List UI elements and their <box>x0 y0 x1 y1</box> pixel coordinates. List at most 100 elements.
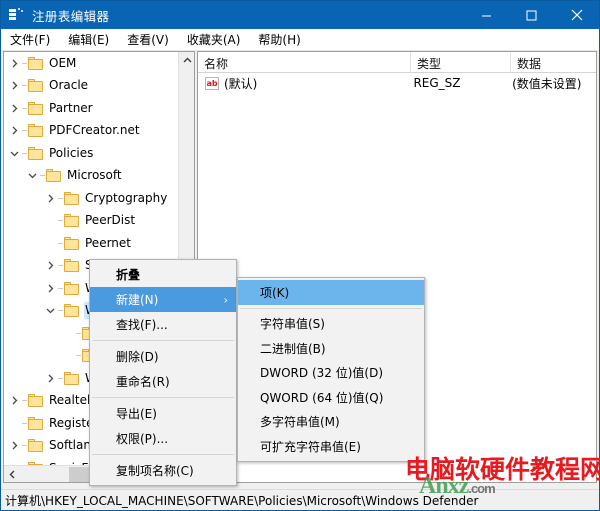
tree-leaf-spacer <box>62 322 75 344</box>
submenu-item-label: 可扩充字符串值(E) <box>260 438 361 455</box>
tree-context-menu[interactable]: 折叠新建(N)› 查找(F)... 删除(D) 重命名(R) 导出(E) 权限(P)...… <box>89 259 237 486</box>
folder-icon <box>46 169 61 182</box>
submenu-item-label: 项(K) <box>260 284 289 301</box>
submenu-item-label: QWORD (64 位)值(Q) <box>260 389 383 406</box>
chevron-right-icon[interactable] <box>44 187 57 209</box>
submenu-item[interactable]: 项(K) <box>238 280 424 305</box>
menu-help[interactable]: 帮助(H) <box>249 29 309 50</box>
tree-leaf-spacer <box>44 210 57 232</box>
submenu-item[interactable]: 可扩充字符串值(E) <box>238 434 424 459</box>
submenu-item[interactable]: QWORD (64 位)值(Q) <box>238 385 424 410</box>
tree-connector <box>21 390 28 412</box>
tree-connector <box>57 300 64 322</box>
tree-connector <box>57 255 64 277</box>
value-type: REG_SZ <box>413 76 512 90</box>
menu-bar: 文件(F) 编辑(E) 查看(V) 收藏夹(A) 帮助(H) <box>1 29 599 51</box>
tree-node[interactable]: Peernet <box>4 232 179 255</box>
maximize-button[interactable] <box>509 1 554 29</box>
folder-icon <box>64 237 79 250</box>
chevron-right-icon[interactable] <box>8 120 21 142</box>
context-menu-item[interactable]: 导出(E) <box>90 401 236 426</box>
column-header-type[interactable]: 类型 <box>411 52 511 73</box>
submenu-item-label: DWORD (32 位)值(D) <box>260 364 383 381</box>
submenu-item-label: 二进制值(B) <box>260 340 326 357</box>
new-submenu[interactable]: 项(K) 字符串值(S) 二进制值(B) DWORD (32 位)值(D) QWORD … <box>237 277 425 462</box>
context-menu-item[interactable]: 查找(F)... <box>90 312 236 337</box>
tree-leaf-spacer <box>62 345 75 367</box>
tree-connector <box>21 435 28 457</box>
folder-icon <box>64 304 79 317</box>
context-menu-item-label: 复制项名称(C) <box>116 462 194 479</box>
folder-icon <box>28 79 43 92</box>
close-button[interactable] <box>554 1 599 29</box>
chevron-right-icon[interactable] <box>8 390 21 412</box>
folder-icon <box>28 394 43 407</box>
menu-file[interactable]: 文件(F) <box>1 29 59 50</box>
tree-connector <box>39 165 46 187</box>
folder-icon <box>28 124 43 137</box>
context-menu-item[interactable]: 复制项名称(C) <box>90 458 236 483</box>
chevron-right-icon[interactable] <box>8 435 21 457</box>
submenu-item[interactable]: 字符串值(S) <box>238 312 424 337</box>
tree-connector <box>75 322 82 344</box>
tree-node[interactable]: Cryptography <box>4 187 179 210</box>
value-name: (默认) <box>224 75 413 92</box>
tree-connector <box>21 97 28 119</box>
tree-node-label: PDFCreator.net <box>48 122 143 139</box>
tree-connector <box>21 75 28 97</box>
folder-icon <box>28 417 43 430</box>
tree-node[interactable]: PeerDist <box>4 210 179 233</box>
context-menu-item[interactable]: 删除(D) <box>90 344 236 369</box>
chevron-right-icon[interactable] <box>44 277 57 299</box>
window-title: 注册表编辑器 <box>32 6 109 25</box>
submenu-item[interactable]: DWORD (32 位)值(D) <box>238 361 424 386</box>
menu-view[interactable]: 查看(V) <box>118 29 178 50</box>
context-menu-item-label: 查找(F)... <box>116 316 168 333</box>
tree-node-label: OEM <box>48 55 79 72</box>
context-menu-item[interactable]: 重命名(R) <box>90 369 236 394</box>
tree-leaf-spacer <box>8 412 21 434</box>
chevron-right-icon[interactable] <box>44 367 57 389</box>
chevron-right-icon[interactable] <box>8 52 21 74</box>
context-menu-item-label: 导出(E) <box>116 405 157 422</box>
chevron-up-icon[interactable] <box>179 52 195 69</box>
submenu-item-label: 多字符串值(M) <box>260 413 340 430</box>
tree-connector <box>21 412 28 434</box>
context-menu-item[interactable]: 折叠 <box>90 262 236 287</box>
tree-connector <box>21 52 28 74</box>
folder-icon <box>64 259 79 272</box>
chevron-down-icon[interactable] <box>8 142 21 164</box>
menu-edit[interactable]: 编辑(E) <box>59 29 118 50</box>
column-header-data[interactable]: 数据 <box>511 52 596 73</box>
registry-editor-window: 注册表编辑器 文件(F) 编辑(E) 查看(V) 收藏夹(A) 帮助(H) OE… <box>0 0 600 511</box>
folder-icon <box>28 147 43 160</box>
chevron-down-icon[interactable] <box>44 300 57 322</box>
chevron-right-icon[interactable] <box>8 75 21 97</box>
chevron-right-icon: › <box>224 293 228 306</box>
tree-node-label: Oracle <box>48 77 91 94</box>
chevron-right-icon[interactable] <box>44 255 57 277</box>
context-menu-item[interactable]: 新建(N)› <box>90 287 236 312</box>
submenu-item[interactable]: 二进制值(B) <box>238 336 424 361</box>
context-menu-item[interactable]: 权限(P)... <box>90 426 236 451</box>
tree-node[interactable]: OEM <box>4 52 179 75</box>
tree-connector <box>75 345 82 367</box>
values-list-body[interactable]: ab(默认)REG_SZ(数值未设置) <box>198 73 596 93</box>
tree-node[interactable]: PDFCreator.net <box>4 120 179 143</box>
status-path: 计算机\HKEY_LOCAL_MACHINE\SOFTWARE\Policies… <box>1 492 478 509</box>
chevron-down-icon[interactable] <box>26 165 39 187</box>
minimize-button[interactable] <box>464 1 509 29</box>
submenu-item[interactable]: 多字符串值(M) <box>238 410 424 435</box>
menu-favorites[interactable]: 收藏夹(A) <box>178 29 250 50</box>
tree-node[interactable]: Microsoft <box>4 165 179 188</box>
value-row[interactable]: ab(默认)REG_SZ(数值未设置) <box>198 73 596 93</box>
tree-node[interactable]: Oracle <box>4 75 179 98</box>
tree-node[interactable]: Partner <box>4 97 179 120</box>
registry-editor-icon <box>9 7 25 23</box>
tree-node[interactable]: Policies <box>4 142 179 165</box>
context-menu-item-label: 删除(D) <box>116 348 159 365</box>
column-header-name[interactable]: 名称 <box>198 52 411 73</box>
chevron-right-icon[interactable] <box>8 97 21 119</box>
chevron-left-icon[interactable] <box>4 466 21 483</box>
value-data: (数值未设置) <box>512 75 596 92</box>
